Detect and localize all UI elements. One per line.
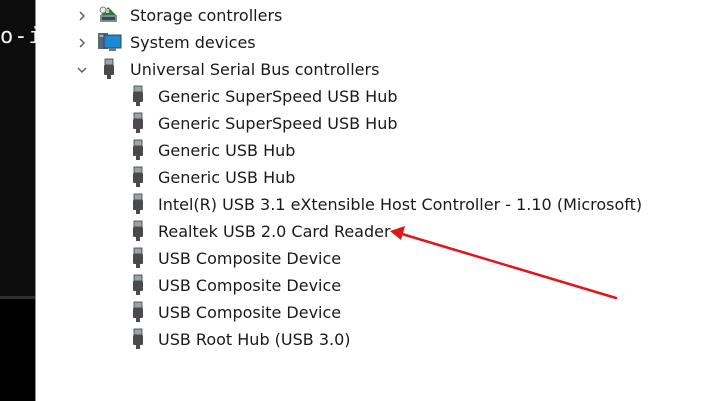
annotation-arrow-head xyxy=(390,226,405,240)
annotation-arrow xyxy=(390,226,618,300)
annotation-arrow-shaft xyxy=(400,232,618,300)
